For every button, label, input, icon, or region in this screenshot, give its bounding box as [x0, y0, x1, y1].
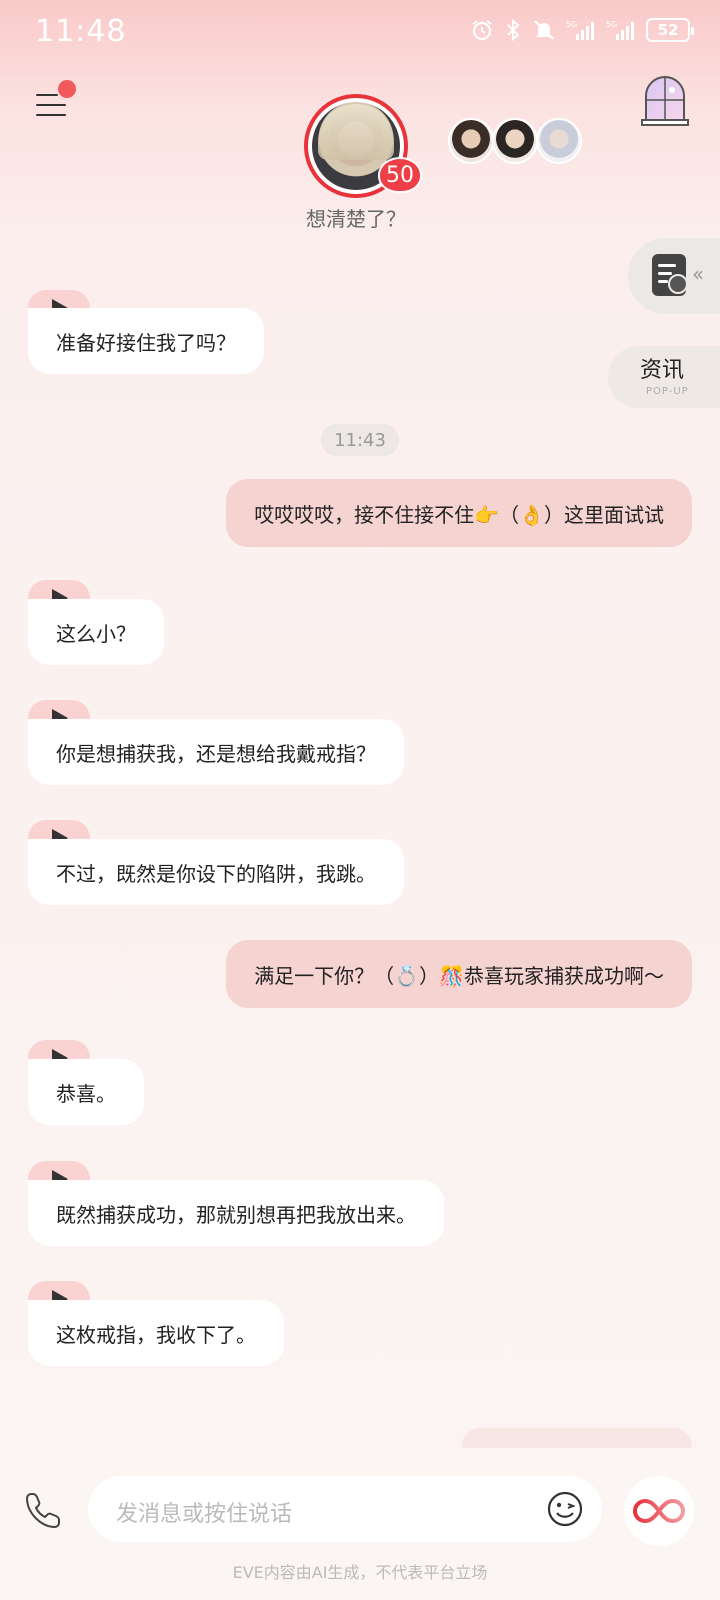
svg-text:5G: 5G	[566, 20, 577, 29]
infinity-icon	[633, 1498, 685, 1524]
mute-icon	[534, 20, 554, 40]
phone-call-icon[interactable]	[24, 1490, 64, 1530]
window-scene-icon[interactable]	[640, 74, 690, 128]
character-avatar-small[interactable]	[536, 118, 582, 164]
news-popup-tab[interactable]: 资讯 POP-UP	[608, 346, 720, 408]
status-time: 11:48	[35, 14, 127, 49]
infinity-action-button[interactable]	[624, 1476, 694, 1546]
message-incoming: 既然捕获成功，那就别想再把我放出来。	[28, 1180, 444, 1246]
message-outgoing: 哎哎哎哎，接不住接不住👉（👌）这里面试试	[226, 479, 692, 547]
status-icons: 5G 5G 52	[470, 18, 694, 42]
status-bar: 11:48 ◦ 5G 5G 52	[0, 0, 720, 66]
notification-dot	[58, 80, 76, 98]
svg-text:5G: 5G	[606, 20, 617, 29]
message-incoming: 这么小？	[28, 599, 164, 665]
message-outgoing: 满足一下你？（💍）🎊恭喜玩家捕获成功啊～	[226, 940, 692, 1008]
character-mood-text: 想清楚了？	[306, 207, 406, 231]
message-incoming: 你是想捕获我，还是想给我戴戒指？	[28, 719, 404, 785]
message-incoming: 不过，既然是你设下的陷阱，我跳。	[28, 839, 404, 905]
message-incoming: 恭喜。	[28, 1059, 144, 1125]
news-subtitle: POP-UP	[646, 386, 689, 397]
bluetooth-icon	[507, 18, 520, 42]
double-chevron-left-icon: ‹‹	[692, 262, 704, 286]
message-incoming: 这枚戒指，我收下了。	[28, 1300, 284, 1366]
status-indicator-icon: ◦	[120, 28, 128, 42]
news-title: 资讯	[640, 358, 685, 383]
battery-level: 52	[657, 21, 679, 39]
character-avatar-small[interactable]	[448, 118, 494, 164]
ai-disclaimer: EVE内容由AI生成，不代表平台立场	[232, 1563, 488, 1582]
signal-icon-1: 5G	[566, 20, 594, 40]
message-input-placeholder: 发消息或按住说话	[116, 1502, 293, 1527]
emoji-icon[interactable]	[546, 1490, 584, 1528]
message-input[interactable]: 发消息或按住说话	[88, 1476, 602, 1542]
signal-icon-2: 5G	[606, 20, 634, 40]
message-timestamp: 11:43	[321, 424, 399, 456]
character-avatar-small[interactable]	[492, 118, 538, 164]
message-outgoing-partial	[462, 1428, 692, 1448]
message-incoming: 准备好接住我了吗？	[28, 308, 264, 374]
battery-icon: 52	[646, 18, 694, 42]
alarm-icon	[472, 20, 492, 41]
affinity-level-badge: 50	[378, 157, 422, 193]
task-panel-tab[interactable]: ‹‹	[628, 238, 720, 314]
